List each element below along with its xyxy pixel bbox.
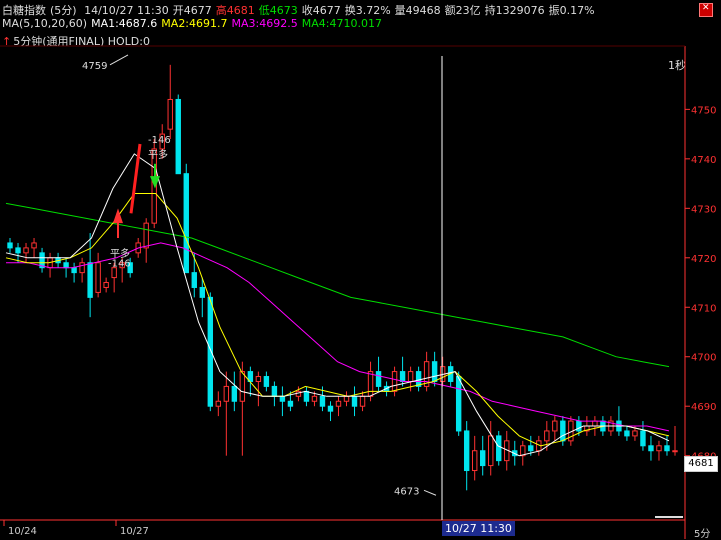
candle-body bbox=[87, 262, 93, 298]
candle-body bbox=[271, 385, 278, 397]
signal-label: -146 bbox=[148, 135, 171, 146]
y-tick-label: 4750 bbox=[691, 105, 716, 116]
candle-body bbox=[656, 445, 662, 452]
candle-body bbox=[624, 430, 630, 437]
candle-body bbox=[359, 395, 366, 407]
candle-body bbox=[287, 400, 294, 407]
candle-body bbox=[71, 267, 77, 274]
candle-body bbox=[640, 430, 646, 447]
candle-body bbox=[23, 247, 29, 254]
candle-body bbox=[672, 450, 678, 453]
signal-label: 平多 bbox=[148, 148, 168, 161]
candle-body bbox=[455, 376, 462, 432]
period-label[interactable]: 5分 bbox=[694, 525, 710, 540]
y-tick-label: 4690 bbox=[691, 402, 716, 413]
y-tick-label: 4730 bbox=[691, 204, 716, 215]
candle-body bbox=[367, 371, 374, 397]
candle-body bbox=[343, 395, 350, 402]
candle-body bbox=[632, 430, 638, 437]
candle-body bbox=[279, 395, 286, 402]
candle-body bbox=[399, 371, 406, 382]
candle-body bbox=[199, 286, 205, 298]
candle-body bbox=[223, 385, 230, 402]
candle-body bbox=[7, 242, 13, 249]
candle-body bbox=[480, 450, 486, 467]
candle-body bbox=[471, 450, 478, 472]
high-leader bbox=[109, 54, 129, 66]
candle-body bbox=[263, 376, 270, 387]
candle-body bbox=[391, 371, 398, 392]
x-tick-label: 10/27 bbox=[120, 526, 149, 537]
candle-body bbox=[143, 222, 149, 249]
candle-body bbox=[351, 395, 358, 407]
candle-body bbox=[15, 247, 21, 254]
candle-body bbox=[103, 282, 109, 288]
candle-body bbox=[560, 420, 566, 442]
candle-body bbox=[63, 262, 69, 269]
candle-body bbox=[528, 445, 534, 452]
candle-body bbox=[191, 272, 197, 288]
ma2-line bbox=[5, 193, 670, 447]
candle-body bbox=[648, 445, 654, 452]
y-tick-label: 4740 bbox=[691, 155, 716, 166]
candle-body bbox=[664, 445, 670, 452]
candle-body bbox=[375, 371, 382, 387]
y-tick-label: 4700 bbox=[691, 353, 716, 364]
candle-body bbox=[463, 430, 470, 472]
candle-body bbox=[31, 242, 37, 249]
high-annotation: 4759 bbox=[82, 61, 107, 72]
candle-body bbox=[95, 262, 101, 293]
low-annotation: 4673 bbox=[394, 486, 419, 497]
cursor-time-label: 10/27 11:30 bbox=[442, 521, 515, 536]
x-tick-label: 10/24 bbox=[8, 526, 37, 537]
candle-body bbox=[407, 371, 414, 382]
current-price-tag: 4681 bbox=[684, 456, 718, 472]
y-tick-label: 4710 bbox=[691, 303, 716, 314]
candle-body bbox=[496, 435, 502, 462]
candle-body bbox=[79, 262, 85, 274]
ma1-line bbox=[5, 153, 670, 457]
candle-body bbox=[576, 420, 582, 432]
candle-body bbox=[552, 420, 558, 432]
candle-body bbox=[327, 405, 334, 412]
candle-body bbox=[319, 395, 326, 407]
candle-body bbox=[231, 385, 238, 402]
candle-body bbox=[335, 400, 342, 407]
down-arrow-icon bbox=[150, 176, 160, 189]
candle-body bbox=[183, 173, 189, 274]
candle-body bbox=[311, 395, 318, 402]
candle-body bbox=[488, 435, 494, 467]
candle-body bbox=[431, 361, 438, 382]
signal-label: -146 bbox=[108, 259, 131, 270]
candlestick-chart[interactable]: 4680469047004710472047304740475047594673… bbox=[0, 0, 721, 539]
candle-body bbox=[303, 390, 310, 402]
scroll-indicator bbox=[655, 516, 683, 518]
candle-body bbox=[255, 376, 262, 382]
low-leader bbox=[423, 489, 437, 496]
candle-body bbox=[215, 400, 222, 407]
candle-body bbox=[175, 98, 181, 175]
candle-body bbox=[592, 420, 598, 427]
candle-body bbox=[239, 371, 246, 402]
y-tick-label: 4720 bbox=[691, 254, 716, 265]
candle-body bbox=[167, 98, 173, 130]
candle-body bbox=[544, 430, 550, 442]
